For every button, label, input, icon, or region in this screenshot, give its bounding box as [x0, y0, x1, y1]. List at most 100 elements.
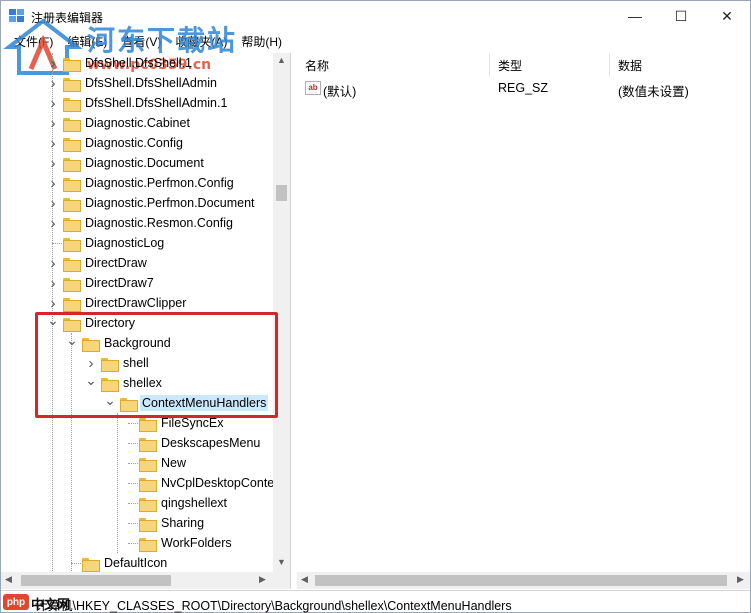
chevron-down-icon[interactable]: ⌄ [66, 330, 78, 350]
tree-node[interactable]: WorkFolders [123, 533, 234, 553]
scroll-right-icon[interactable]: ▶ [259, 574, 266, 585]
tree-node[interactable]: Sharing [123, 513, 206, 533]
folder-icon [139, 437, 157, 452]
chevron-right-icon[interactable]: › [47, 193, 59, 213]
tree-node[interactable]: › DirectDrawClipper [47, 293, 188, 313]
tree-node[interactable]: › Diagnostic.Config [47, 133, 185, 153]
column-header-name[interactable]: 名称 [297, 53, 490, 77]
scroll-left-icon[interactable]: ◀ [5, 574, 12, 585]
tree-node[interactable]: › Diagnostic.Perfmon.Config [47, 173, 236, 193]
chevron-down-icon[interactable]: ⌄ [47, 310, 59, 330]
tree-guide-line [117, 413, 118, 553]
tree-node-label: Background [104, 336, 171, 350]
column-header-data[interactable]: 数据 [610, 53, 750, 77]
values-horizontal-scrollbar[interactable]: ◀ ▶ [297, 572, 750, 589]
scroll-down-icon[interactable]: ▼ [277, 557, 286, 567]
folder-icon [139, 537, 157, 552]
title-bar: 注册表编辑器 — ☐ ✕ [1, 1, 750, 31]
chevron-right-icon[interactable]: › [47, 53, 59, 73]
column-header-type[interactable]: 类型 [490, 53, 610, 77]
tree-node[interactable]: New [123, 453, 188, 473]
tree-node[interactable]: › DirectDraw [47, 253, 149, 273]
value-name[interactable]: (默认) [323, 81, 356, 100]
tree-connector [47, 233, 59, 253]
tree-node[interactable]: DefaultIcon [66, 553, 169, 573]
maximize-button[interactable]: ☐ [658, 1, 704, 31]
tree-node[interactable]: ⌄ ContextMenuHandlers [104, 390, 269, 413]
chevron-right-icon[interactable]: › [47, 273, 59, 293]
chevron-right-icon[interactable]: › [47, 173, 59, 193]
tree-node-label: Diagnostic.Config [85, 136, 183, 150]
tree-connector [123, 473, 135, 493]
tree-node[interactable]: DiagnosticLog [47, 233, 166, 253]
tree-node[interactable]: ⌄ Directory [47, 310, 137, 333]
close-button[interactable]: ✕ [704, 1, 750, 31]
tree-node-label: DfsShell.DfsShell.1 [85, 56, 192, 70]
tree-connector [123, 433, 135, 453]
chevron-right-icon[interactable]: › [47, 153, 59, 173]
tree-node[interactable]: NvCplDesktopConte [123, 473, 276, 493]
minimize-icon: — [628, 8, 642, 24]
scroll-left-icon[interactable]: ◀ [301, 574, 308, 585]
menu-help[interactable]: 帮助(H) [234, 33, 289, 50]
tree-node[interactable]: › Diagnostic.Resmon.Config [47, 213, 235, 233]
scroll-right-icon[interactable]: ▶ [737, 574, 744, 585]
registry-values-list[interactable]: 名称 类型 数据 ab (默认) REG_SZ (数值未设置) ◀ ▶ [297, 53, 750, 589]
folder-icon [63, 217, 81, 232]
tree-node[interactable]: › DfsShell.DfsShellAdmin [47, 73, 219, 93]
tree-node-label: qingshellext [161, 496, 228, 510]
folder-icon [139, 417, 157, 432]
tree-horizontal-scroll-thumb[interactable] [21, 575, 171, 586]
tree-node[interactable]: DeskscapesMenu [123, 433, 262, 453]
folder-icon [63, 297, 81, 312]
maximize-icon: ☐ [674, 7, 688, 24]
tree-node-label: Diagnostic.Document [85, 156, 204, 170]
close-icon: ✕ [721, 7, 733, 24]
tree-node[interactable]: › DfsShell.DfsShell.1 [47, 53, 194, 73]
tree-node-label: DirectDraw [85, 256, 147, 270]
folder-icon [63, 257, 81, 272]
menu-file[interactable]: 文件(F) [7, 33, 60, 50]
chevron-down-icon[interactable]: ⌄ [85, 370, 97, 390]
minimize-button[interactable]: — [612, 1, 658, 31]
scrollbar-corner [273, 572, 290, 589]
tree-vertical-scroll-thumb[interactable] [276, 185, 287, 201]
tree-node-label: Diagnostic.Resmon.Config [85, 216, 233, 230]
chevron-right-icon[interactable]: › [47, 213, 59, 233]
folder-icon [82, 337, 100, 352]
chevron-right-icon[interactable]: › [47, 73, 59, 93]
tree-node-label: FileSyncEx [161, 416, 224, 430]
registry-key-tree[interactable]: › DfsShell.DfsShell.1 › DfsShell.DfsShellAd… [1, 53, 291, 589]
chevron-right-icon[interactable]: › [47, 113, 59, 133]
php-logo-text: 中文网 [31, 597, 71, 612]
chevron-right-icon[interactable]: › [47, 253, 59, 273]
tree-node[interactable]: › DirectDraw7 [47, 273, 156, 293]
scroll-up-icon[interactable]: ▲ [277, 55, 286, 65]
tree-node[interactable]: › Diagnostic.Cabinet [47, 113, 192, 133]
menu-bar: 文件(F) 编辑(E) 查看(V) 收藏夹(A) 帮助(H) [1, 31, 750, 52]
tree-node[interactable]: ⌄ shellex [85, 370, 164, 393]
tree-node[interactable]: ⌄ Background [66, 330, 173, 353]
menu-favorites[interactable]: 收藏夹(A) [168, 33, 234, 50]
chevron-right-icon[interactable]: › [47, 93, 59, 113]
menu-view[interactable]: 查看(V) [114, 33, 168, 50]
tree-node[interactable]: › DfsShell.DfsShellAdmin.1 [47, 93, 229, 113]
tree-node[interactable]: › Diagnostic.Perfmon.Document [47, 193, 257, 213]
folder-icon [139, 517, 157, 532]
folder-icon [63, 277, 81, 292]
menu-edit[interactable]: 编辑(E) [60, 33, 114, 50]
window-title: 注册表编辑器 [31, 11, 104, 25]
chevron-right-icon[interactable]: › [47, 133, 59, 153]
tree-node[interactable]: qingshellext [123, 493, 229, 513]
values-horizontal-scroll-thumb[interactable] [315, 575, 727, 586]
tree-node[interactable]: › Diagnostic.Document [47, 153, 206, 173]
tree-vertical-scrollbar[interactable]: ▲ ▼ [273, 53, 290, 573]
tree-connector [123, 413, 135, 433]
value-type: REG_SZ [498, 81, 549, 95]
folder-icon [63, 197, 81, 212]
tree-horizontal-scrollbar[interactable]: ◀ ▶ [1, 572, 273, 589]
chevron-down-icon[interactable]: ⌄ [104, 390, 116, 410]
tree-connector [123, 533, 135, 553]
tree-node[interactable]: FileSyncEx [123, 413, 226, 433]
folder-icon [63, 97, 81, 112]
